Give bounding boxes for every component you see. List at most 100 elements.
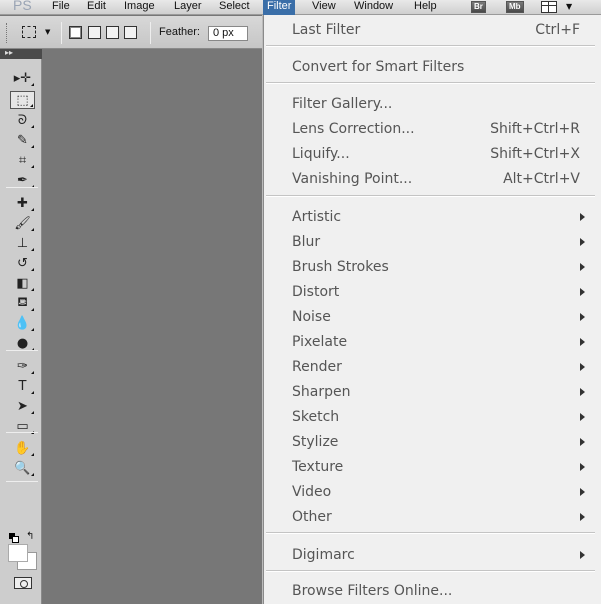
- history-brush-tool-icon[interactable]: ↺: [10, 254, 35, 272]
- hand-tool-icon[interactable]: ✋: [10, 439, 35, 457]
- tool-divider: [6, 481, 38, 482]
- menu-item-video[interactable]: Video: [264, 480, 601, 502]
- brush-tool-icon[interactable]: 🖌: [10, 214, 35, 232]
- menu-item-label: Texture: [292, 459, 344, 475]
- menu-item-sharpen[interactable]: Sharpen: [264, 380, 601, 402]
- menu-item-shortcut: Shift+Ctrl+X: [490, 146, 580, 162]
- menu-edit[interactable]: Edit: [83, 0, 110, 15]
- healing-brush-tool-icon[interactable]: ✚: [10, 194, 35, 212]
- expand-icon[interactable]: ▸▸: [5, 48, 13, 57]
- hand-tool-glyph: ✋: [14, 440, 31, 456]
- tool-preset-icon[interactable]: [22, 26, 36, 38]
- menu-item-label: Stylize: [292, 434, 339, 450]
- menu-separator: [266, 570, 595, 572]
- menu-item-convert-for-smart-filters[interactable]: Convert for Smart Filters: [264, 55, 601, 77]
- crop-tool-glyph: ⌗: [18, 152, 27, 168]
- menu-item-other[interactable]: Other: [264, 505, 601, 527]
- menu-item-lens-correction[interactable]: Lens Correction... Shift+Ctrl+R: [264, 117, 601, 139]
- tool-flyout-indicator: [31, 328, 34, 331]
- marquee-tool-icon[interactable]: ⬚: [10, 91, 35, 109]
- crop-tool-icon[interactable]: ⌗: [10, 151, 35, 169]
- tool-divider: [6, 350, 38, 351]
- menu-layer[interactable]: Layer: [170, 0, 206, 15]
- menu-item-label: Pixelate: [292, 334, 348, 350]
- menu-filter[interactable]: Filter: [263, 0, 296, 15]
- chevron-down-icon[interactable]: ▼: [566, 2, 572, 11]
- blur-tool-icon[interactable]: 💧: [10, 314, 35, 332]
- menu-help[interactable]: Help: [410, 0, 441, 15]
- menu-view[interactable]: View: [308, 0, 340, 15]
- menu-file[interactable]: File: [48, 0, 74, 15]
- menu-item-liquify[interactable]: Liquify... Shift+Ctrl+X: [264, 142, 601, 164]
- paint-bucket-tool-icon[interactable]: ⛾: [10, 294, 35, 312]
- menu-item-filter-gallery[interactable]: Filter Gallery...: [264, 92, 601, 114]
- menu-item-brush-strokes[interactable]: Brush Strokes: [264, 255, 601, 277]
- menu-item-artistic[interactable]: Artistic: [264, 205, 601, 227]
- marquee-tool-glyph: ⬚: [16, 92, 29, 108]
- tool-flyout-indicator: [31, 411, 34, 414]
- tool-flyout-indicator: [31, 308, 34, 311]
- menu-item-label: Filter Gallery...: [292, 96, 393, 112]
- menu-item-label: Artistic: [292, 209, 342, 225]
- intersect-selection-icon[interactable]: [124, 26, 137, 39]
- menu-item-blur[interactable]: Blur: [264, 230, 601, 252]
- menu-item-vanishing-point[interactable]: Vanishing Point... Alt+Ctrl+V: [264, 167, 601, 189]
- quick-mask-icon[interactable]: [14, 577, 32, 589]
- tool-flyout-indicator: [31, 288, 34, 291]
- menu-item-label: Render: [292, 359, 342, 375]
- submenu-arrow-icon: [580, 488, 585, 496]
- eraser-tool-icon[interactable]: ◧: [10, 274, 35, 292]
- bridge-button[interactable]: Br: [471, 1, 486, 13]
- default-colors-icon[interactable]: [9, 533, 19, 543]
- menu-item-last-filter[interactable]: Last Filter Ctrl+F: [264, 18, 601, 40]
- dodge-tool-glyph: ●: [16, 335, 29, 351]
- new-selection-icon[interactable]: [69, 26, 82, 39]
- photoshop-logo: PS: [13, 0, 32, 13]
- quick-select-tool-icon[interactable]: ✎: [10, 131, 35, 149]
- tool-flyout-indicator: [31, 83, 34, 86]
- canvas-area[interactable]: [43, 49, 262, 604]
- feather-input[interactable]: 0 px: [208, 26, 248, 41]
- filter-dropdown-menu: Last Filter Ctrl+F Convert for Smart Filte…: [263, 15, 601, 604]
- swap-colors-icon[interactable]: ↰: [26, 531, 34, 542]
- mini-bridge-button[interactable]: Mb: [506, 1, 524, 13]
- add-to-selection-icon[interactable]: [88, 26, 101, 39]
- move-tool-glyph: ▸✛: [13, 70, 32, 86]
- view-extras-icon[interactable]: [541, 1, 557, 13]
- menu-item-sketch[interactable]: Sketch: [264, 405, 601, 427]
- foreground-color-swatch[interactable]: [8, 544, 28, 562]
- menu-item-noise[interactable]: Noise: [264, 305, 601, 327]
- tool-flyout-indicator: [31, 371, 34, 374]
- subtract-from-selection-icon[interactable]: [106, 26, 119, 39]
- lasso-tool-icon[interactable]: ᘐ: [10, 111, 35, 129]
- submenu-arrow-icon: [580, 213, 585, 221]
- menu-item-label: Video: [292, 484, 332, 500]
- menu-item-pixelate[interactable]: Pixelate: [264, 330, 601, 352]
- move-tool-icon[interactable]: ▸✛: [10, 69, 35, 87]
- menu-item-label: Last Filter: [292, 22, 361, 38]
- submenu-arrow-icon: [580, 288, 585, 296]
- grip-handle[interactable]: [6, 23, 8, 43]
- menu-item-browse-filters-online[interactable]: Browse Filters Online...: [264, 579, 601, 601]
- menu-image[interactable]: Image: [120, 0, 159, 15]
- menu-window[interactable]: Window: [350, 0, 397, 15]
- menu-item-render[interactable]: Render: [264, 355, 601, 377]
- menu-bar: PS File Edit Image Layer Select Filter V…: [0, 0, 601, 15]
- type-tool-icon[interactable]: T: [10, 377, 35, 395]
- clone-stamp-tool-icon[interactable]: ⊥: [10, 234, 35, 252]
- pen-tool-icon[interactable]: ✑: [10, 357, 35, 375]
- tool-flyout-indicator: [31, 453, 34, 456]
- path-select-tool-icon[interactable]: ➤: [10, 397, 35, 415]
- menu-item-label: Convert for Smart Filters: [292, 59, 465, 75]
- zoom-tool-icon[interactable]: 🔍: [10, 459, 35, 477]
- zoom-tool-glyph: 🔍: [14, 460, 31, 476]
- menu-item-stylize[interactable]: Stylize: [264, 430, 601, 452]
- menu-select[interactable]: Select: [215, 0, 254, 15]
- menu-item-digimarc[interactable]: Digimarc: [264, 543, 601, 565]
- menu-item-texture[interactable]: Texture: [264, 455, 601, 477]
- chevron-down-icon[interactable]: ▼: [45, 28, 50, 36]
- tools-panel-header[interactable]: ▸▸: [0, 48, 42, 59]
- clone-stamp-tool-glyph: ⊥: [16, 235, 29, 251]
- menu-item-distort[interactable]: Distort: [264, 280, 601, 302]
- submenu-arrow-icon: [580, 551, 585, 559]
